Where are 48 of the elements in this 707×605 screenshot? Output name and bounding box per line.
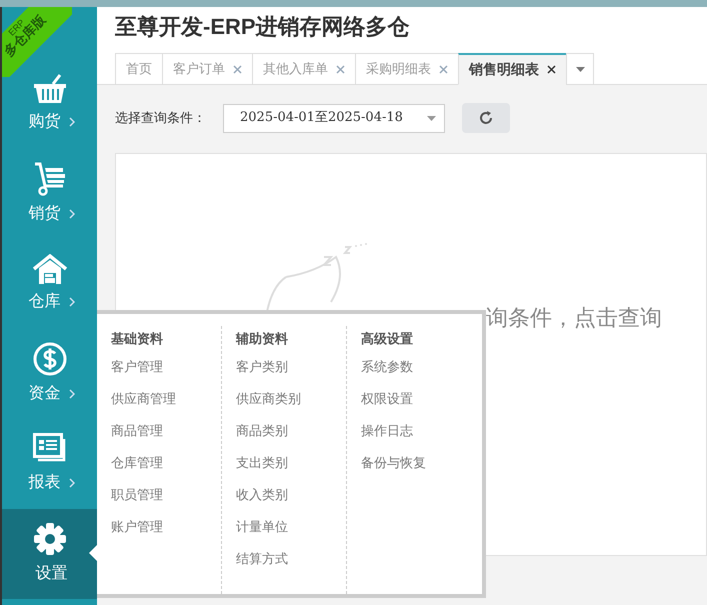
query-label: 选择查询条件： <box>115 109 206 128</box>
menu-item[interactable]: 供应商管理 <box>111 383 176 415</box>
menu-heading: 基础资料 <box>111 330 164 348</box>
menu-item[interactable]: 计量单位 <box>236 511 288 543</box>
tab[interactable]: 首页 <box>115 53 163 85</box>
dropdown-caret-icon <box>576 66 584 72</box>
sidebar-item[interactable]: 设置 <box>2 509 97 599</box>
house-icon <box>32 254 66 284</box>
sidebar-label: 销货 <box>28 204 60 224</box>
empty-state-message: 询条件，点击查询 <box>486 305 662 333</box>
sidebar-label: 仓库 <box>28 292 60 312</box>
dropdown-caret-icon <box>427 116 436 120</box>
menu-item[interactable]: 账户管理 <box>111 511 163 543</box>
sidebar-item[interactable]: 仓库 <box>2 239 97 329</box>
settings-icon <box>32 522 66 556</box>
tab-list-button[interactable] <box>566 53 594 85</box>
menu-item[interactable]: 收入类别 <box>236 479 288 511</box>
sidebar-item[interactable]: 报表 <box>2 419 97 509</box>
menu-item[interactable]: 职员管理 <box>111 479 163 511</box>
menu-item[interactable]: 仓库管理 <box>111 447 163 479</box>
menu-item[interactable]: 供应商类别 <box>236 383 301 415</box>
menu-item[interactable]: 商品管理 <box>111 415 163 447</box>
menu-item[interactable]: 客户类别 <box>236 351 288 383</box>
menu-item[interactable]: 权限设置 <box>361 383 413 415</box>
refresh-icon <box>478 110 494 126</box>
menu-item[interactable]: 结算方式 <box>236 543 288 575</box>
menu-item[interactable]: 备份与恢复 <box>361 447 426 479</box>
tab[interactable]: 销售明细表 <box>458 53 567 85</box>
menu-heading: 高级设置 <box>361 330 414 348</box>
menu-heading: 辅助资料 <box>236 330 289 348</box>
menu-item[interactable]: 客户管理 <box>111 351 163 383</box>
menu-item[interactable]: 支出类别 <box>236 447 288 479</box>
date-range-select[interactable]: 2025-04-01至2025-04-18 <box>223 104 445 132</box>
refresh-button[interactable] <box>462 103 510 133</box>
menu-item[interactable]: 系统参数 <box>361 351 413 383</box>
app-title: 至尊开发-ERP进销存网络多仓 <box>114 13 411 41</box>
dollar-icon <box>32 342 66 376</box>
sidebar-label: 资金 <box>28 384 60 404</box>
basket-icon <box>32 74 66 104</box>
sidebar-item[interactable]: 销货 <box>2 149 97 239</box>
sidebar-label: 报表 <box>28 472 60 493</box>
menu-item[interactable]: 商品类别 <box>236 415 288 447</box>
close-icon[interactable] <box>547 65 556 74</box>
sidebar-label: 购货 <box>28 112 60 132</box>
hand-truck-icon <box>32 162 66 196</box>
sidebar-label: 设置 <box>36 564 68 584</box>
sidebar-item[interactable]: 资金 <box>2 329 97 419</box>
menu-item[interactable]: 操作日志 <box>361 415 413 447</box>
